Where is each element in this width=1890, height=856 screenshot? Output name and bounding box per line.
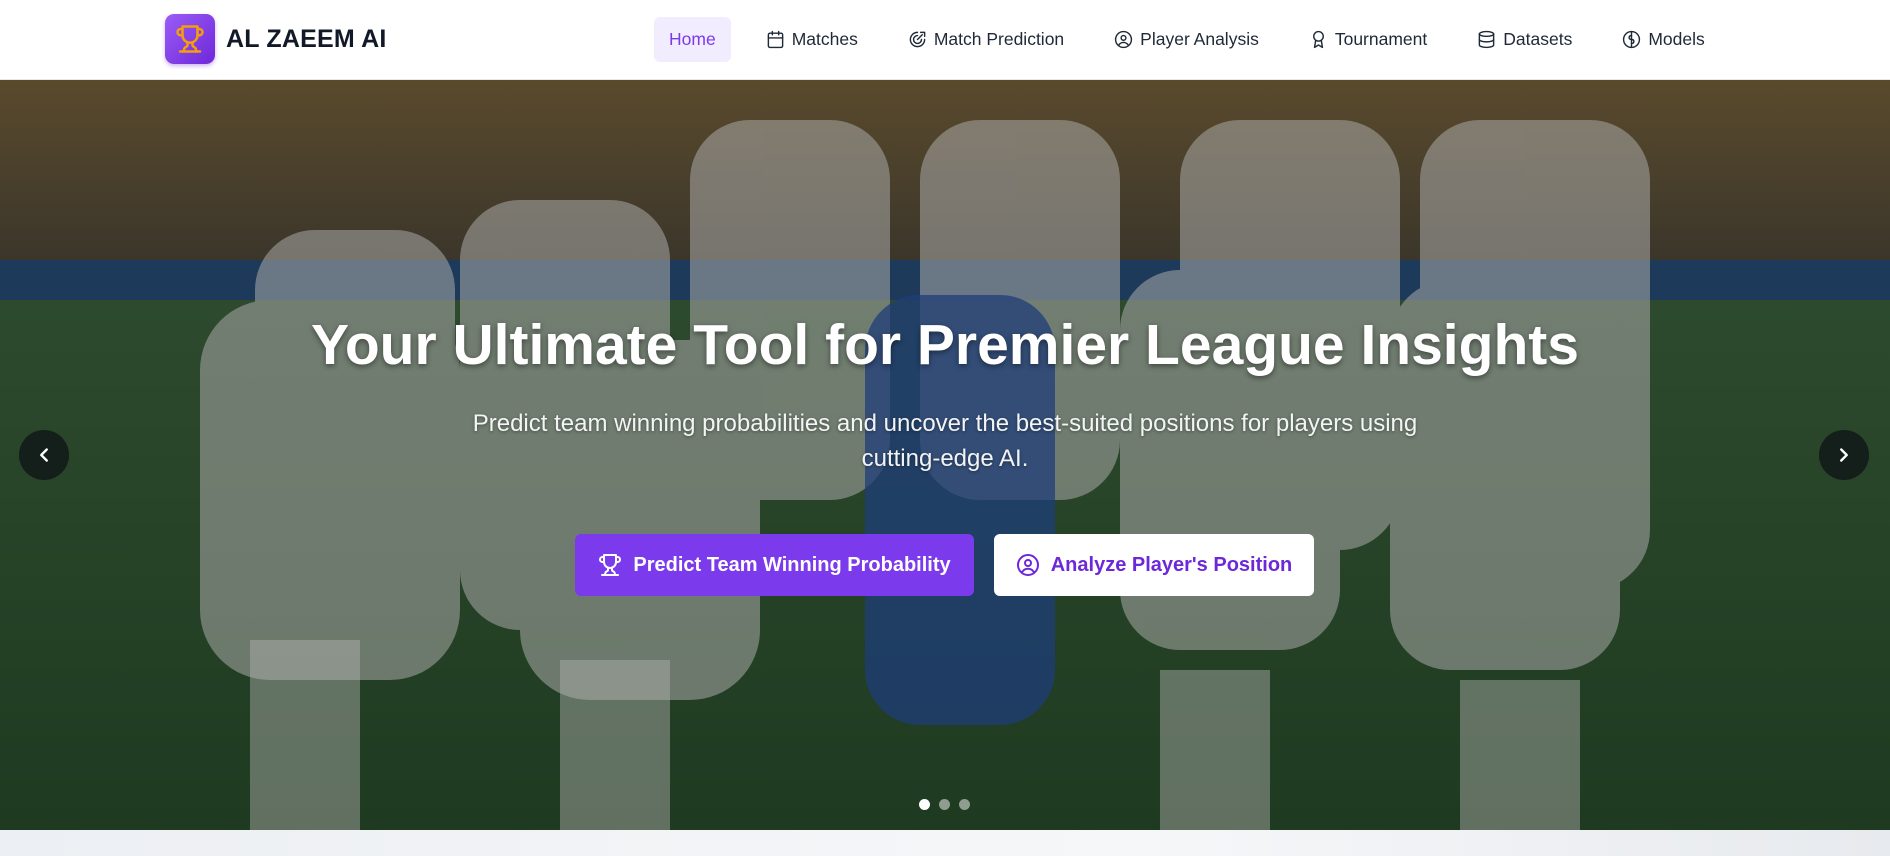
nav-item-label: Tournament <box>1334 29 1428 49</box>
gauge-icon <box>909 31 926 48</box>
hero-subtitle: Predict team winning probabilities and u… <box>472 410 1418 472</box>
nav-item-player-analysis[interactable]: Player Analysis <box>1099 17 1274 62</box>
nav-item-label: Models <box>1648 29 1705 49</box>
brand-name: AL ZAEEM AI <box>226 24 387 53</box>
carousel-dot-3[interactable] <box>959 799 970 810</box>
trophy-icon <box>165 14 215 64</box>
database-icon <box>1478 30 1495 49</box>
nav-item-label: Matches <box>791 29 858 49</box>
award-icon <box>1312 30 1324 49</box>
button-label: Predict Team Winning Probability <box>633 553 951 576</box>
calendar-icon <box>767 30 784 49</box>
hero-title: Your Ultimate Tool for Premier League In… <box>311 313 1579 377</box>
nav-item-label: Match Prediction <box>933 29 1065 49</box>
user-circle-icon <box>1115 30 1133 49</box>
nav-item-label: Player Analysis <box>1140 29 1259 49</box>
hero-carousel: Your Ultimate Tool for Premier League In… <box>0 80 1890 830</box>
nav-item-models[interactable]: Models <box>1607 17 1719 62</box>
predict-team-winning-probability-button[interactable]: Predict Team Winning Probability <box>575 534 974 596</box>
nav-item-home[interactable]: Home <box>654 17 731 62</box>
next-section-edge <box>0 830 1890 856</box>
nav-item-datasets[interactable]: Datasets <box>1462 17 1587 62</box>
nav-item-match-prediction[interactable]: Match Prediction <box>893 17 1079 62</box>
carousel-indicators <box>919 799 979 810</box>
analyze-player-position-button[interactable]: Analyze Player's Position <box>994 534 1314 596</box>
carousel-dot-2[interactable] <box>939 799 950 810</box>
carousel-prev-button[interactable] <box>19 430 69 480</box>
button-label: Analyze Player's Position <box>1050 553 1293 576</box>
nav-item-tournament[interactable]: Tournament <box>1294 17 1442 62</box>
nav-item-label: Datasets <box>1503 29 1573 49</box>
main-nav: Home Matches Match Prediction Player Ana… <box>654 17 1720 62</box>
navbar: AL ZAEEM AI Home Matches Match Predictio… <box>0 0 1890 80</box>
nav-item-label: Home <box>669 29 716 49</box>
carousel-next-button[interactable] <box>1819 430 1869 480</box>
carousel-dot-1[interactable] <box>919 799 930 810</box>
brain-icon <box>1623 30 1641 49</box>
nav-item-matches[interactable]: Matches <box>751 17 873 62</box>
user-circle-icon <box>1016 554 1039 576</box>
chevron-right-icon <box>1840 448 1848 462</box>
trophy-icon <box>599 554 622 576</box>
brand[interactable]: AL ZAEEM AI <box>165 14 387 64</box>
chevron-left-icon <box>40 448 48 462</box>
